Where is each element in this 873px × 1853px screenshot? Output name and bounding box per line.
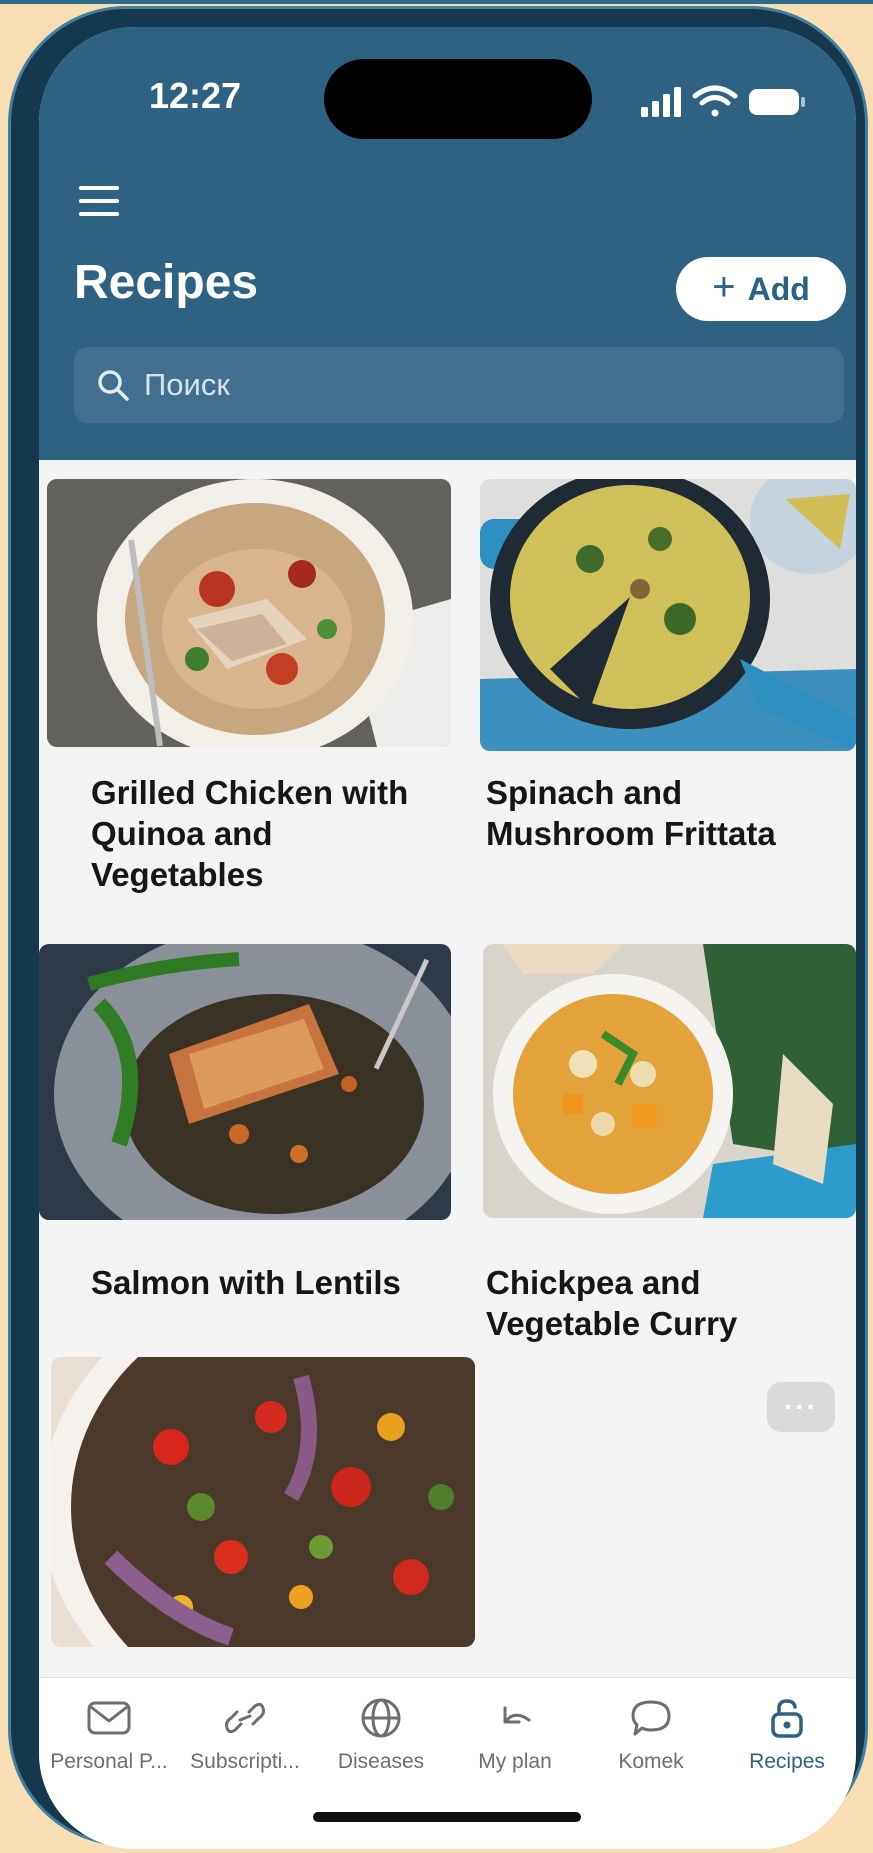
- home-indicator: [313, 1812, 581, 1822]
- chat-bubble-icon: [631, 1700, 671, 1736]
- tab-komek[interactable]: Komek: [583, 1698, 719, 1788]
- status-time: 12:27: [149, 75, 242, 116]
- tab-subscriptions[interactable]: Subscripti...: [177, 1698, 313, 1788]
- tab-my-plan[interactable]: My plan: [447, 1698, 583, 1788]
- recipe-title: Chickpea and Vegetable Curry: [486, 1264, 738, 1342]
- tab-label: Diseases: [337, 1750, 425, 1773]
- add-button-label: Add: [747, 270, 810, 307]
- page-title: Recipes: [74, 256, 259, 309]
- recipe-title: Spinach and Mushroom Frittata: [486, 774, 776, 852]
- undo-arrow-icon: [503, 1706, 531, 1724]
- tab-label: Subscripti...: [190, 1750, 300, 1773]
- app-header: 12:27 Recipes + Add Поиск: [39, 27, 856, 460]
- recipe-photo-grilled-chicken: [47, 479, 451, 747]
- tab-diseases[interactable]: Diseases: [313, 1698, 449, 1788]
- battery-icon: [749, 89, 805, 115]
- more-options-button[interactable]: ···: [767, 1382, 835, 1432]
- recipe-title: Grilled Chicken with Quinoa and Vegetabl…: [91, 774, 409, 893]
- hamburger-menu-icon[interactable]: [77, 182, 125, 222]
- tab-label: My plan: [478, 1750, 552, 1773]
- recipe-photo-salmon: [39, 944, 451, 1220]
- phone-frame: 12:27 Recipes + Add Поиск Grilled Chicke…: [8, 6, 868, 1849]
- tab-personal-profile[interactable]: Personal P...: [41, 1698, 177, 1788]
- envelope-icon: [87, 1701, 131, 1735]
- search-bar[interactable]: [74, 347, 844, 423]
- plus-icon: +: [712, 265, 736, 309]
- tab-label: Personal P...: [50, 1750, 168, 1773]
- add-recipe-button[interactable]: + Add: [676, 257, 846, 321]
- recipe-photo-chickpea-curry: [483, 944, 856, 1218]
- recipe-title: Salmon with Lentils: [91, 1264, 401, 1301]
- status-icons: [641, 85, 805, 117]
- search-icon: [98, 370, 129, 401]
- tab-label: Komek: [618, 1750, 684, 1773]
- dynamic-island: [324, 59, 592, 139]
- tab-label: Recipes: [749, 1750, 825, 1773]
- app-screen: 12:27 Recipes + Add Поиск Grilled Chicke…: [39, 27, 856, 1849]
- recipe-photo-frittata: [480, 479, 856, 751]
- cellular-signal-icon: [641, 87, 681, 117]
- search-input[interactable]: [144, 367, 784, 403]
- recipe-photo-roasted-vegetables: [51, 1357, 475, 1647]
- top-edge-bar: [0, 0, 873, 4]
- bottom-tab-bar: Personal P... Subscripti... Diseases My …: [39, 1677, 856, 1849]
- unlock-icon: [771, 1699, 803, 1738]
- link-icon: [225, 1702, 265, 1734]
- tab-recipes[interactable]: Recipes: [719, 1698, 855, 1788]
- wifi-icon: [692, 85, 738, 117]
- globe-icon: [361, 1698, 401, 1738]
